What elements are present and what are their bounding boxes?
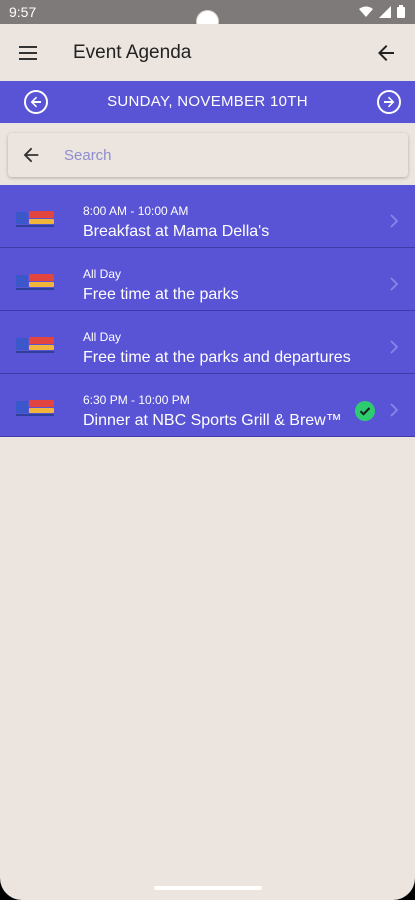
- app-screen: 9:57 Event Agenda SUNDAY, NOVEMBER 10TH …: [0, 0, 415, 900]
- event-time: All Day: [83, 267, 122, 281]
- chevron-right-icon: [389, 340, 399, 354]
- event-time: 8:00 AM - 10:00 AM: [83, 204, 189, 218]
- event-time: All Day: [83, 330, 122, 344]
- chevron-right-icon: [389, 403, 399, 417]
- event-row[interactable]: 6:30 PM - 10:00 PM Dinner at NBC Sports …: [0, 374, 415, 437]
- search-bar: [8, 133, 408, 177]
- event-row[interactable]: All Day Free time at the parks and depar…: [0, 311, 415, 374]
- event-title: Breakfast at Mama Della's: [83, 223, 270, 240]
- event-logo-icon: [16, 209, 56, 229]
- search-back-arrow-icon[interactable]: [20, 144, 42, 166]
- event-logo-icon: [16, 272, 56, 292]
- search-input[interactable]: [64, 141, 394, 169]
- app-bar: Event Agenda: [0, 24, 415, 81]
- home-indicator[interactable]: [154, 886, 262, 890]
- page-title: Event Agenda: [73, 42, 192, 63]
- chevron-right-icon: [389, 277, 399, 291]
- date-navigation-bar: SUNDAY, NOVEMBER 10TH: [0, 81, 415, 123]
- arrow-circle-right-icon[interactable]: [376, 89, 402, 115]
- event-logo-icon: [16, 335, 56, 355]
- date-label: SUNDAY, NOVEMBER 10TH: [107, 93, 308, 110]
- event-title: Free time at the parks: [83, 286, 239, 303]
- wifi-icon: [359, 6, 373, 18]
- check-circle-icon: [355, 401, 375, 421]
- signal-icon: [379, 5, 391, 18]
- battery-icon: [397, 5, 405, 18]
- event-row[interactable]: 8:00 AM - 10:00 AM Breakfast at Mama Del…: [0, 185, 415, 248]
- arrow-back-icon[interactable]: [374, 41, 398, 65]
- event-list: 8:00 AM - 10:00 AM Breakfast at Mama Del…: [0, 185, 415, 437]
- event-title: Dinner at NBC Sports Grill & Brew™: [83, 412, 342, 429]
- event-logo-icon: [16, 398, 56, 418]
- status-time: 9:57: [9, 4, 37, 20]
- event-row[interactable]: All Day Free time at the parks: [0, 248, 415, 311]
- status-icons: [359, 5, 405, 18]
- chevron-right-icon: [389, 214, 399, 228]
- event-time: 6:30 PM - 10:00 PM: [83, 393, 190, 407]
- menu-icon[interactable]: [17, 42, 41, 64]
- event-title: Free time at the parks and departures: [83, 349, 351, 366]
